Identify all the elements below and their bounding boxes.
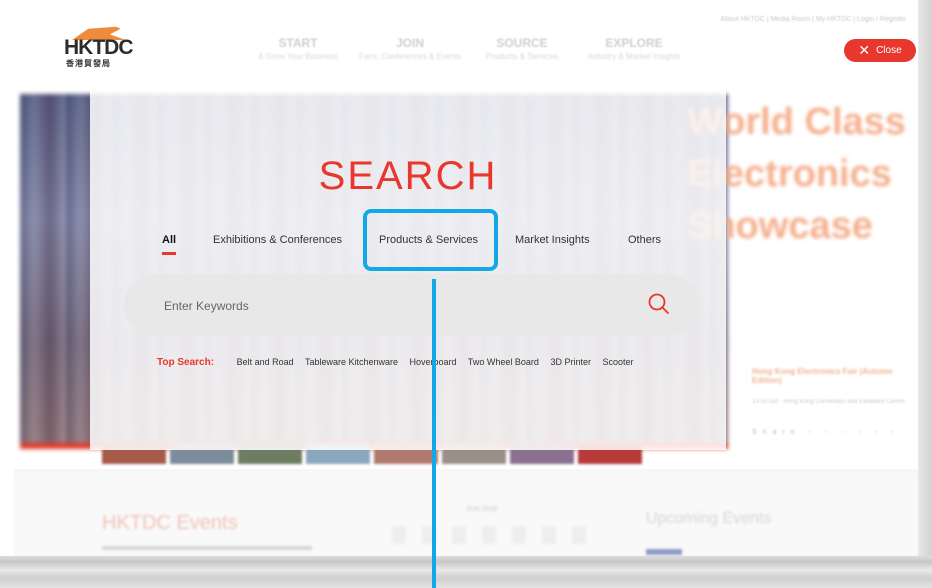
logo-chinese-text: 香港貿發局 <box>66 59 111 68</box>
nav-item-source[interactable]: SOURCE Products & Services <box>466 36 578 61</box>
nav-item-start[interactable]: START & Grow Your Business <box>242 36 354 61</box>
top-search-keyword[interactable]: Belt and Road <box>237 357 294 367</box>
close-button-label: Close <box>876 45 902 56</box>
nav-item-title: JOIN <box>395 36 424 50</box>
top-search: Top Search: Belt and Road Tableware Kitc… <box>157 357 643 368</box>
window-shadow-right <box>918 0 932 588</box>
top-search-keyword[interactable]: Tableware Kitchenware <box>305 357 398 367</box>
search-title: SEARCH <box>318 154 498 198</box>
nav-item-subtitle: & Grow Your Business <box>258 52 338 61</box>
highlight-box <box>363 209 498 271</box>
top-search-keyword[interactable]: Scooter <box>603 357 634 367</box>
search-input[interactable] <box>162 294 616 318</box>
events-title: HKTDC Events <box>102 512 238 534</box>
window-shadow-bottom <box>0 556 932 588</box>
nav-item-subtitle: Products & Services <box>485 52 559 61</box>
calendar-grid <box>392 526 592 544</box>
hero-share[interactable]: Share ◦ ◦ ◦ ◦ ◦ ◦ <box>752 429 899 436</box>
calendar-month[interactable]: JUN 2018 <box>466 506 497 513</box>
nav-item-join[interactable]: JOIN Fairs, Conferences & Events <box>354 36 466 61</box>
nav-item-subtitle: Industry & Market Insights <box>587 52 681 61</box>
tab-all[interactable]: All <box>162 234 177 255</box>
logo-brand-text: HKTDC <box>64 36 133 59</box>
events-section: HKTDC Events JUN 2018 Upcoming Events <box>14 474 918 556</box>
top-search-label: Top Search: <box>157 357 215 368</box>
nav-item-title: START <box>278 36 318 50</box>
event-text-line <box>102 546 312 550</box>
hero-description: 13-16 Oct · Hong Kong Convention and Exh… <box>752 399 905 405</box>
nav-item-explore[interactable]: EXPLORE Industry & Market Insights <box>578 36 690 61</box>
utility-links[interactable]: About HKTDC | Media Room | My HKTDC | Lo… <box>720 16 906 23</box>
close-button[interactable]: ✕ Close <box>844 39 916 62</box>
tab-others[interactable]: Others <box>628 234 661 246</box>
main-nav: START & Grow Your Business JOIN Fairs, C… <box>242 36 690 61</box>
hero-subheadline[interactable]: Hong Kong Electronics Fair (Autumn Editi… <box>752 367 902 385</box>
tab-exhibitions-conferences[interactable]: Exhibitions & Conferences <box>213 234 342 246</box>
share-label: Share <box>752 429 801 436</box>
highlight-pointer-line <box>432 279 436 588</box>
top-search-keyword[interactable]: Two Wheel Board <box>468 357 539 367</box>
upcoming-events-title: Upcoming Events <box>646 510 772 527</box>
nav-item-subtitle: Fairs, Conferences & Events <box>359 52 461 61</box>
nav-item-title: EXPLORE <box>605 36 663 50</box>
search-box <box>124 274 699 336</box>
top-search-keyword[interactable]: 3D Printer <box>550 357 591 367</box>
search-icon[interactable] <box>646 291 672 317</box>
nav-item-title: SOURCE <box>496 36 548 50</box>
site-header: HKTDC 香港貿發局 About HKTDC | Media Room | M… <box>14 4 918 84</box>
close-icon: ✕ <box>858 42 871 59</box>
event-thumbnail[interactable] <box>646 549 682 555</box>
tab-market-insights[interactable]: Market Insights <box>515 234 590 246</box>
page: HKTDC 香港貿發局 About HKTDC | Media Room | M… <box>14 4 918 556</box>
hktdc-logo[interactable]: HKTDC 香港貿發局 <box>64 26 136 70</box>
